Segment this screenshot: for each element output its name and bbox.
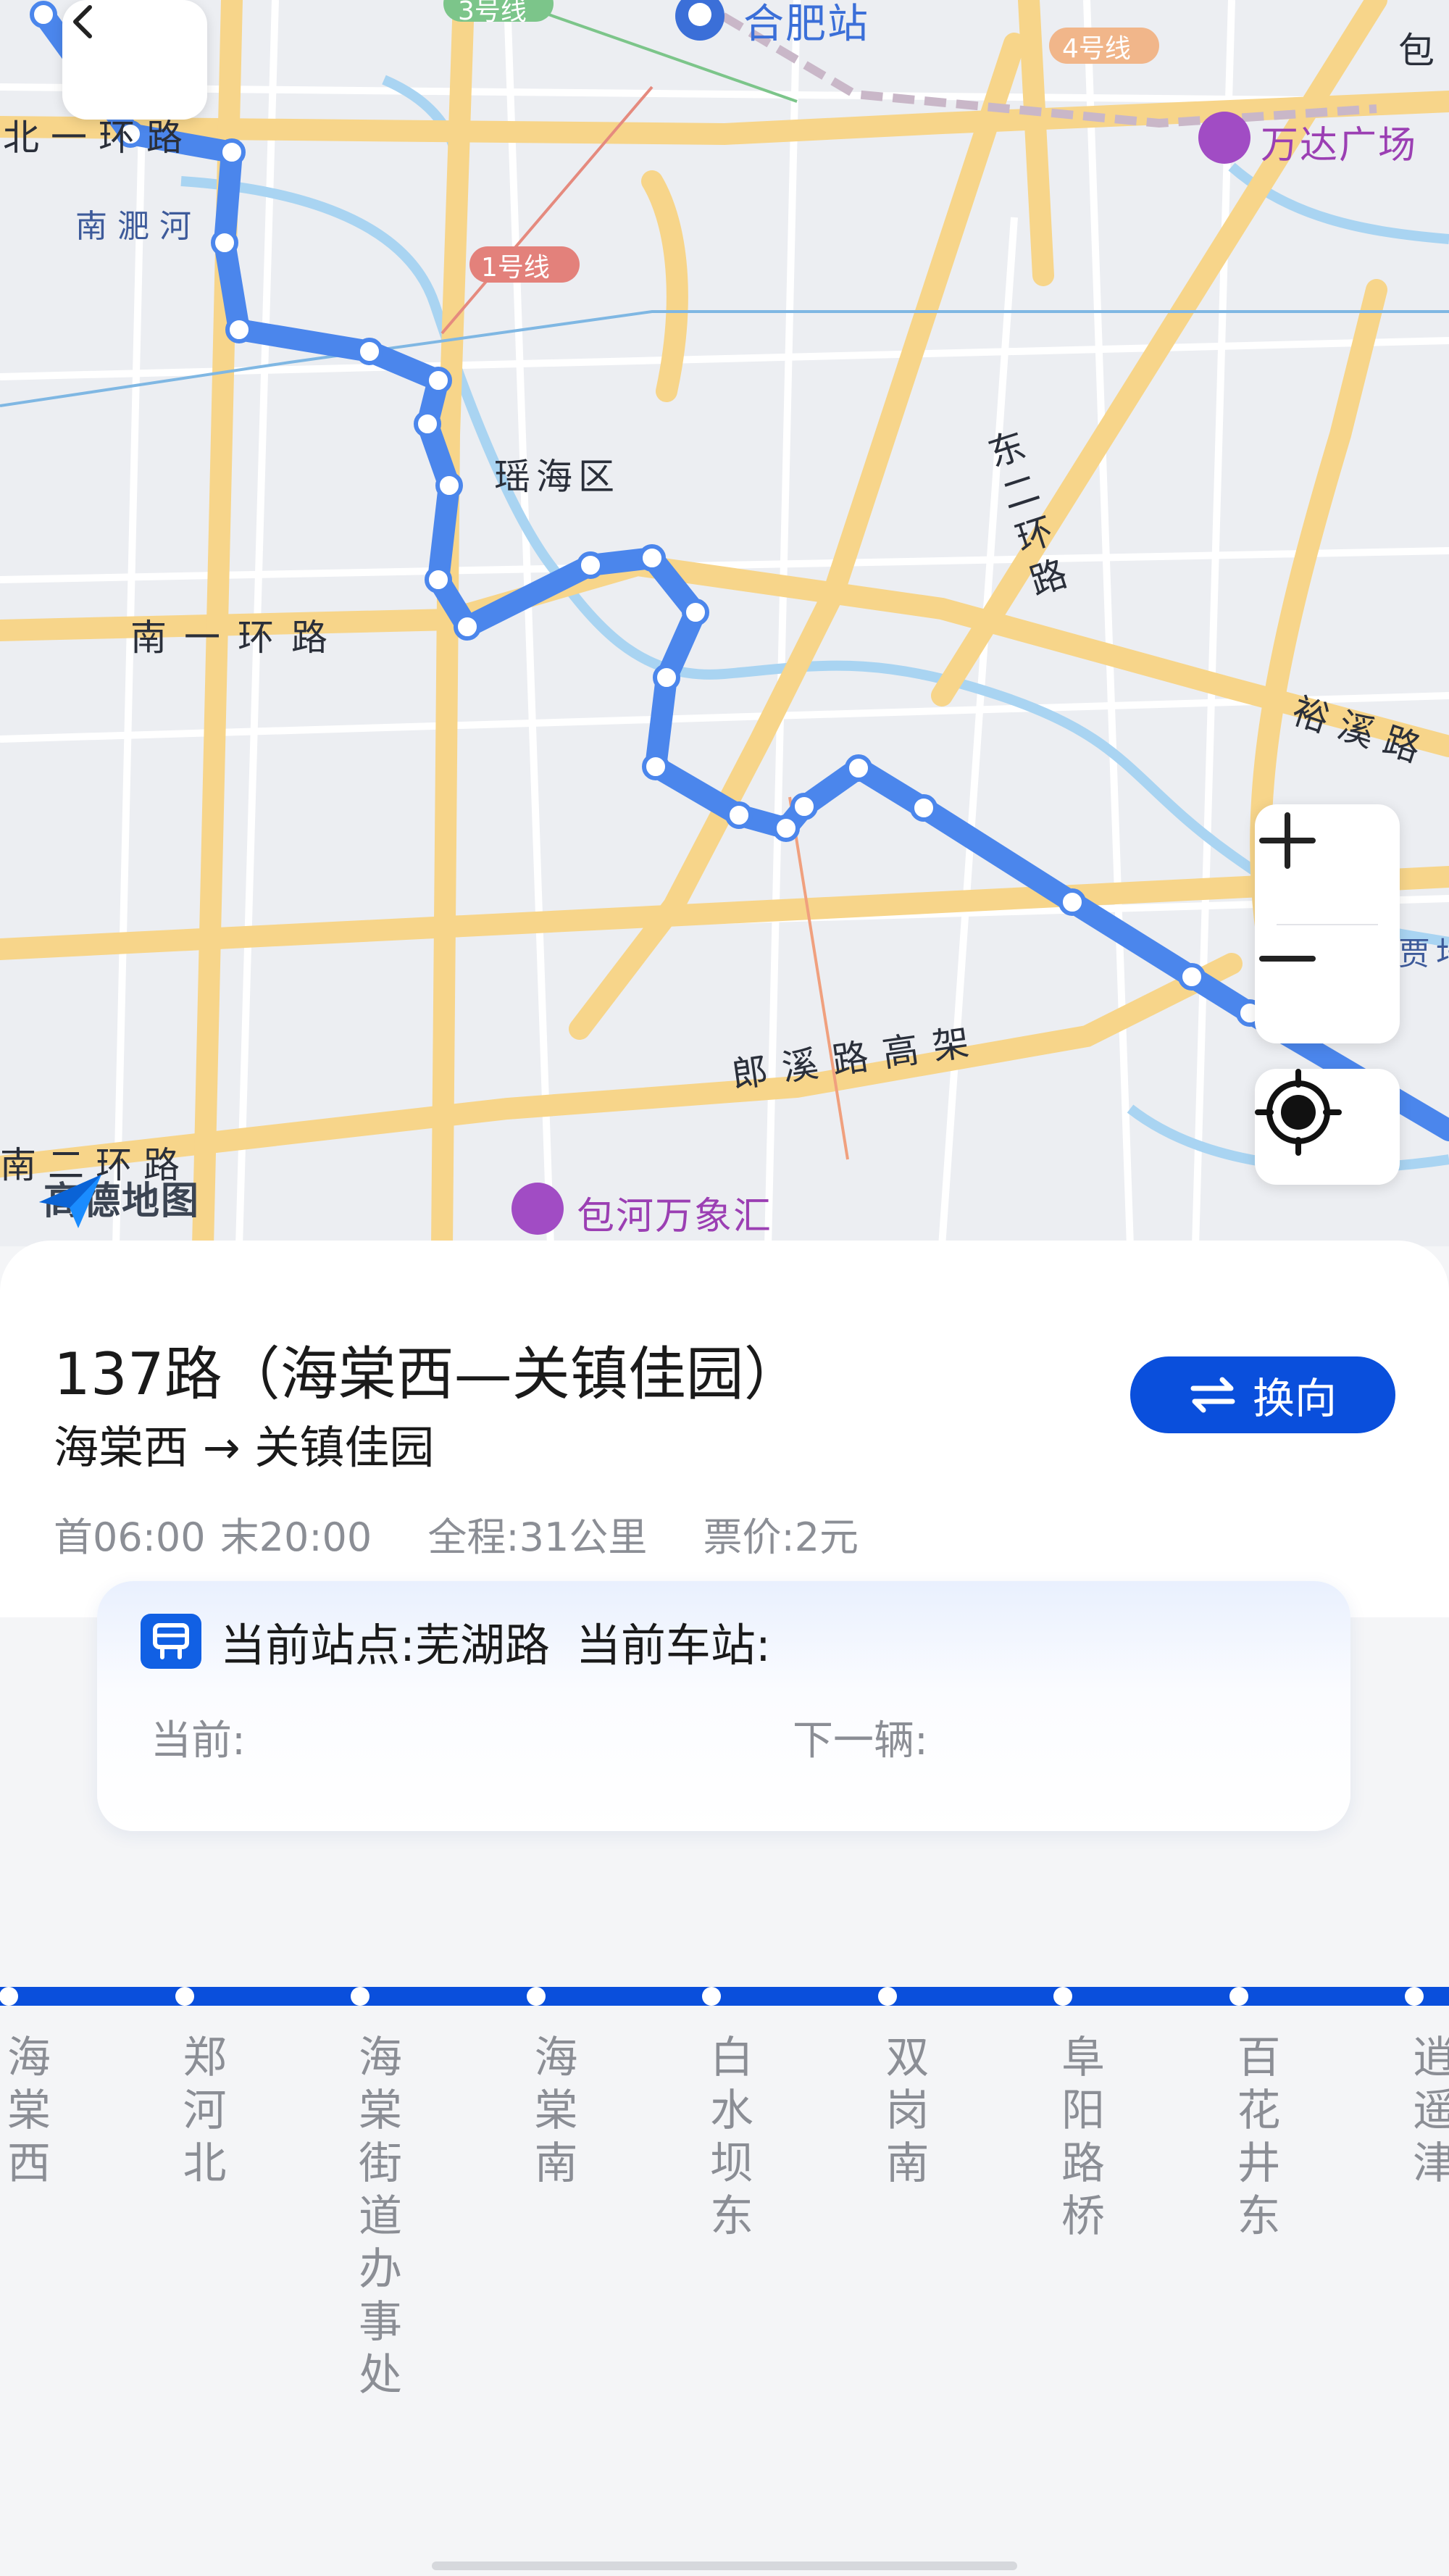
stop-item[interactable]: 海棠南 [527, 2032, 585, 2191]
chevron-left-icon [73, 5, 92, 38]
poi-baohe-label[interactable]: 包河万象汇 [577, 1185, 772, 1240]
stop-item[interactable]: 海棠西 [0, 2032, 58, 2191]
stop-item[interactable]: 百花井东 [1230, 2032, 1288, 2243]
metro-badge-line1: 1号线 [481, 253, 550, 283]
poi-wanda-label[interactable]: 万达广场 [1261, 114, 1417, 169]
amap-logo: 高德地图 [36, 1170, 200, 1228]
road-label-edge-bao: 包 [1398, 30, 1440, 72]
metro-badge-line3: 3号线 [458, 0, 527, 26]
district-label: 瑶海区 [494, 456, 620, 498]
plus-icon [1259, 812, 1316, 869]
back-button[interactable] [62, 0, 207, 120]
metro-badge-line4: 4号线 [1062, 34, 1131, 64]
current-vehicle-label: 当前车站: [575, 1619, 771, 1672]
current-bus-label: 当前: [151, 1717, 246, 1764]
road-label-south-ring: 南一环路 [130, 617, 345, 659]
locate-icon [1255, 1069, 1342, 1156]
zoom-controls [1255, 804, 1400, 1043]
stop-item[interactable]: 阜阳路桥 [1054, 2032, 1112, 2243]
stop-item[interactable]: 逍遥津 [1406, 2032, 1449, 2191]
timeline-stop-dot[interactable] [0, 1987, 18, 2006]
bus-stop-icon [141, 1614, 201, 1669]
amap-logo-icon [39, 1175, 101, 1228]
timeline-stop-dot[interactable] [702, 1987, 721, 2006]
road-label-edge-xi: 贾圩 [1398, 935, 1449, 972]
current-station-name: 当前站点:芜湖路 [220, 1619, 550, 1672]
swap-arrows-icon [1189, 1377, 1237, 1413]
route-distance: 全程:31公里 [427, 1514, 648, 1560]
reverse-direction-button[interactable]: 换向 [1130, 1356, 1395, 1433]
river-label-nanfei: 南淝河 [75, 208, 201, 245]
route-fare: 票价:2元 [703, 1514, 859, 1560]
zoom-in-button[interactable] [1255, 808, 1400, 924]
zoom-divider [1277, 924, 1378, 925]
current-station-card: 当前站点:芜湖路 当前车站: 当前: 下一辆: [97, 1581, 1350, 1831]
minus-icon [1259, 956, 1316, 962]
timeline-stop-dot[interactable] [1229, 1987, 1248, 2006]
stop-item[interactable]: 白水坝东 [703, 2032, 761, 2243]
timeline-stop-dot[interactable] [1053, 1987, 1072, 2006]
home-indicator[interactable] [432, 2562, 1017, 2570]
route-meta: 首06:00 末20:00 全程:31公里 票价:2元 [54, 1505, 902, 1562]
station-label[interactable]: 合肥站 [743, 0, 869, 50]
timeline-stop-dot[interactable] [175, 1987, 194, 2006]
map-view[interactable]: 1号线 3号线 4号线 合肥站 瑶海区 北一环路 南淝河 东二环路 南一环路 南… [0, 0, 1449, 1246]
stop-item[interactable]: 海棠街道办事处 [351, 2032, 409, 2402]
timeline-stop-dot[interactable] [526, 1987, 546, 2006]
timeline-stop-dot[interactable] [1405, 1987, 1424, 2006]
route-detail-sheet: 137路（海棠西—关镇佳园） 海棠西 → 关镇佳园 首06:00 末20:00 全… [0, 1241, 1449, 2576]
timeline-stop-dot[interactable] [877, 1987, 897, 2006]
last-bus-time: 末20:00 [220, 1514, 372, 1560]
zoom-out-button[interactable] [1255, 926, 1400, 1042]
current-station-row: 当前站点:芜湖路 当前车站: [141, 1609, 771, 1674]
stop-item[interactable]: 双岗南 [879, 2032, 937, 2191]
first-bus-time: 首06:00 [54, 1514, 206, 1560]
stop-item[interactable]: 郑河北 [176, 2032, 234, 2191]
timeline-stop-dot[interactable] [351, 1987, 369, 2006]
route-direction: 海棠西 → 关镇佳园 [54, 1421, 435, 1474]
locate-button[interactable] [1255, 1069, 1400, 1185]
route-title: 137路（海棠西—关镇佳园） [54, 1341, 802, 1408]
next-bus-label: 下一辆: [793, 1717, 928, 1764]
reverse-direction-label: 换向 [1252, 1374, 1337, 1423]
